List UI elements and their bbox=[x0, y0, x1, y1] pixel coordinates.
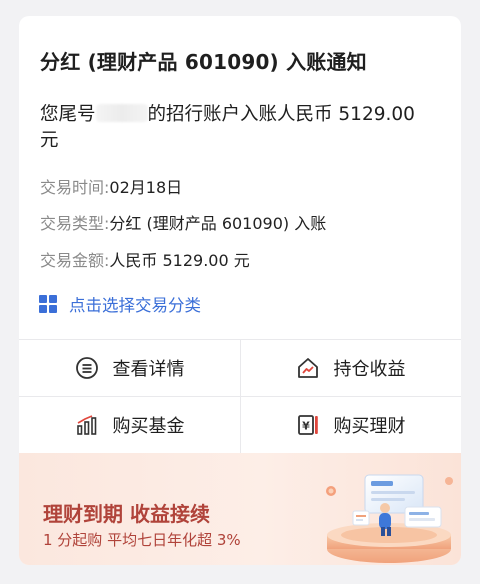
promo-subtitle: 1 分起购 平均七日年化超 3% bbox=[43, 531, 241, 549]
promo-banner[interactable]: 理财到期 收益接续 1 分起购 平均七日年化超 3% bbox=[19, 453, 461, 565]
yen-document-icon: ¥ bbox=[297, 415, 318, 435]
holdings-returns-button[interactable]: 持仓收益 bbox=[240, 340, 461, 396]
buy-fund-label: 购买基金 bbox=[112, 416, 185, 437]
view-details-button[interactable]: 查看详情 bbox=[19, 340, 240, 396]
house-chart-icon bbox=[297, 358, 318, 378]
detail-value: 02月18日 bbox=[109, 178, 183, 197]
notification-title: 分红 (理财产品 601090) 入账通知 bbox=[40, 50, 367, 74]
detail-label: 交易金额: bbox=[40, 251, 110, 270]
buy-fund-button[interactable]: 购买基金 bbox=[19, 397, 240, 453]
detail-row-time: 交易时间:02月18日 bbox=[40, 174, 182, 198]
detail-label: 交易时间: bbox=[40, 178, 110, 197]
detail-value: 分红 (理财产品 601090) 入账 bbox=[109, 214, 327, 233]
grid-icon bbox=[39, 295, 57, 313]
choose-category-label: 点击选择交易分类 bbox=[69, 296, 201, 315]
masked-account-number bbox=[95, 104, 148, 122]
detail-label: 交易类型: bbox=[40, 214, 110, 233]
list-circle-icon bbox=[75, 357, 98, 379]
holdings-returns-label: 持仓收益 bbox=[333, 359, 406, 380]
promo-illustration bbox=[326, 474, 453, 563]
buy-wealth-product-button[interactable]: ¥ 购买理财 bbox=[240, 397, 461, 453]
promo-title: 理财到期 收益接续 bbox=[43, 502, 210, 526]
detail-row-amount: 交易金额:人民币 5129.00 元 bbox=[40, 247, 250, 271]
detail-value: 人民币 5129.00 元 bbox=[109, 251, 250, 270]
body-suffix: 的招行账户入账人民币 5129.00 bbox=[147, 104, 415, 125]
buy-wealth-product-label: 购买理财 bbox=[333, 416, 406, 437]
svg-text:¥: ¥ bbox=[302, 420, 310, 433]
view-details-label: 查看详情 bbox=[112, 359, 185, 380]
detail-row-type: 交易类型:分红 (理财产品 601090) 入账 bbox=[40, 210, 326, 234]
body-prefix: 您尾号 bbox=[40, 104, 96, 125]
notification-body: 您尾号 的招行账户入账人民币 5129.00 bbox=[40, 100, 415, 126]
body-line2: 元 bbox=[40, 130, 59, 151]
bar-chart-icon bbox=[76, 415, 96, 435]
choose-category-link[interactable]: 点击选择交易分类 bbox=[39, 292, 201, 316]
notification-card: 分红 (理财产品 601090) 入账通知 您尾号 的招行账户入账人民币 5129… bbox=[19, 16, 461, 565]
